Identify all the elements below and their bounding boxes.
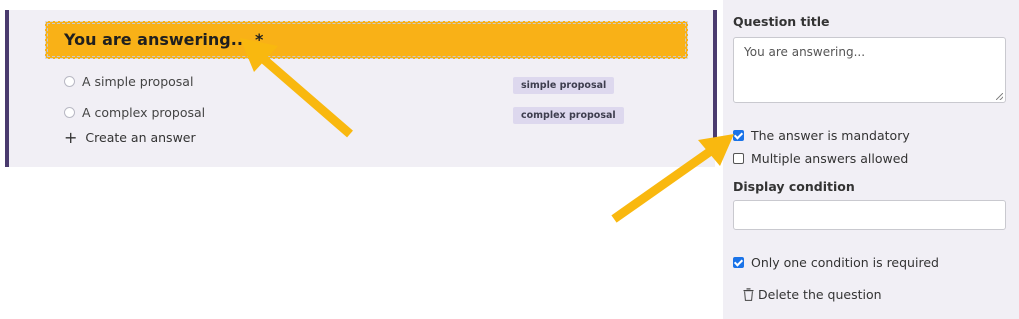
plus-icon: + [64, 127, 78, 147]
question-title-label: Question title [733, 14, 830, 29]
delete-question-button[interactable]: Delete the question [743, 287, 882, 302]
delete-question-label: Delete the question [758, 287, 882, 302]
answer-tag: complex proposal [513, 107, 624, 124]
trash-icon [743, 288, 754, 301]
question-title-field[interactable]: You are answering... [733, 37, 1006, 103]
question-title: You are answering... * [64, 30, 264, 50]
answer-tag: simple proposal [513, 77, 615, 94]
question-title-text: You are answering... [64, 30, 249, 49]
one-condition-label: Only one condition is required [751, 255, 939, 270]
answer-option[interactable]: A simple proposal [64, 74, 193, 89]
multiple-answers-checkbox-row[interactable]: Multiple answers allowed [733, 151, 908, 166]
required-marker: * [254, 30, 264, 50]
radio-icon[interactable] [64, 107, 75, 118]
question-card[interactable]: You are answering... * A simple proposal … [5, 10, 715, 167]
display-condition-input[interactable] [733, 200, 1006, 230]
answer-label: A simple proposal [82, 74, 194, 89]
one-condition-checkbox-row[interactable]: Only one condition is required [733, 255, 939, 270]
properties-panel: Question title You are answering... The … [723, 0, 1019, 319]
multiple-answers-checkbox[interactable] [733, 153, 744, 164]
radio-icon[interactable] [64, 76, 75, 87]
resize-grip-icon[interactable] [996, 93, 1003, 100]
mandatory-checkbox[interactable] [733, 130, 744, 141]
create-answer-button[interactable]: + Create an answer [64, 127, 196, 147]
one-condition-checkbox[interactable] [733, 257, 744, 268]
question-title-field-value: You are answering... [744, 45, 866, 59]
question-title-bar[interactable]: You are answering... * [45, 21, 688, 59]
display-condition-label: Display condition [733, 179, 855, 194]
card-divider [713, 10, 717, 144]
mandatory-label: The answer is mandatory [751, 128, 910, 143]
answer-option[interactable]: A complex proposal [64, 105, 205, 120]
answer-label: A complex proposal [82, 105, 206, 120]
create-answer-label: Create an answer [85, 130, 196, 145]
mandatory-checkbox-row[interactable]: The answer is mandatory [733, 128, 910, 143]
multiple-answers-label: Multiple answers allowed [751, 151, 909, 166]
